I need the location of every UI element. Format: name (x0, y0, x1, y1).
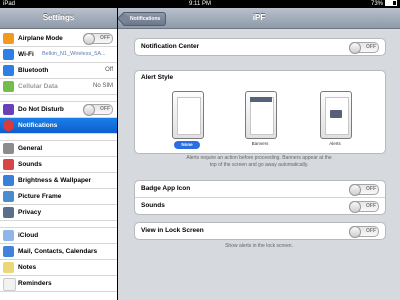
notifications-icon (3, 120, 14, 131)
sidebar-item-privacy[interactable]: Privacy (0, 205, 117, 221)
badge-app-icon-label: Badge App Icon (141, 185, 191, 192)
sidebar-item-label: Brightness & Wallpaper (18, 177, 92, 184)
brightness-icon (3, 175, 14, 186)
wifi-network-name: Belkin_N1_Wireless_5A... (42, 51, 106, 57)
notification-center-switch[interactable]: OFF (349, 42, 379, 54)
battery-indicator: 73% (371, 0, 397, 8)
detail-navbar: Notifications iPF (118, 8, 400, 29)
battery-percent: 73% (370, 1, 383, 7)
speaker-icon (3, 159, 14, 170)
notification-center-label: Notification Center (141, 43, 200, 50)
sounds-switch[interactable]: OFF (349, 201, 379, 213)
do-not-disturb-switch[interactable]: OFF (83, 104, 113, 116)
alert-style-none-option[interactable] (172, 91, 204, 139)
sidebar-item-wifi[interactable]: Wi-Fi Belkin_N1_Wireless_5A... (0, 47, 117, 63)
sidebar-item-cellular-data: Cellular Data No SIM (0, 79, 117, 95)
sidebar-item-label: Notes (18, 264, 37, 271)
alert-style-alerts-label: Alerts (329, 141, 341, 146)
battery-icon (385, 0, 397, 7)
badge-sounds-group: Badge App Icon OFF Sounds OFF (134, 180, 386, 215)
detail-pane: Notifications iPF Notification Center OF… (118, 8, 400, 300)
wifi-icon (3, 49, 14, 60)
notes-icon (3, 262, 14, 273)
sidebar-item-sounds[interactable]: Sounds (0, 157, 117, 173)
picture-frame-icon (3, 191, 14, 202)
sidebar-title: Settings (0, 8, 117, 29)
badge-app-icon-row[interactable]: Badge App Icon OFF (135, 181, 385, 198)
airplane-icon (3, 33, 14, 44)
mail-icon (3, 246, 14, 257)
sidebar-item-label: Bluetooth (18, 67, 49, 74)
view-in-lock-screen-label: View in Lock Screen (141, 227, 204, 234)
view-in-lock-screen-switch[interactable]: OFF (349, 226, 379, 238)
sidebar-item-brightness-wallpaper[interactable]: Brightness & Wallpaper (0, 173, 117, 189)
sidebar-item-label: Cellular Data (18, 83, 58, 90)
sidebar-item-do-not-disturb[interactable]: Do Not Disturb OFF (0, 101, 117, 118)
sidebar-item-icloud[interactable]: iCloud (0, 227, 117, 244)
settings-sidebar: Settings Airplane Mode OFF Wi-Fi Belkin_… (0, 8, 117, 300)
sidebar-item-picture-frame[interactable]: Picture Frame (0, 189, 117, 205)
sounds-label: Sounds (141, 202, 165, 209)
airplane-mode-switch[interactable]: OFF (83, 33, 113, 45)
sidebar-item-label: iCloud (18, 232, 39, 239)
notification-center-row[interactable]: Notification Center OFF (135, 39, 385, 55)
bluetooth-icon (3, 65, 14, 76)
reminders-icon (3, 278, 16, 291)
sidebar-item-label: Privacy (18, 209, 42, 216)
alert-style-title: Alert Style (141, 74, 174, 81)
sidebar-item-reminders[interactable]: Reminders (0, 276, 117, 292)
sidebar-item-label: Do Not Disturb (18, 106, 64, 113)
cloud-icon (3, 230, 14, 241)
sidebar-item-label: Airplane Mode (18, 35, 63, 42)
alert-style-group: Alert Style None Banners Alerts (134, 70, 386, 154)
sidebar-item-label: Picture Frame (18, 193, 62, 200)
bluetooth-status: Off (105, 67, 113, 73)
notification-center-group: Notification Center OFF (134, 38, 386, 56)
sounds-row[interactable]: Sounds OFF (135, 198, 385, 214)
alert-popup-icon (330, 110, 342, 118)
cellular-status: No SIM (92, 83, 113, 89)
sidebar-item-label: Reminders (18, 280, 52, 287)
sidebar-item-label: Sounds (18, 161, 42, 168)
clock: 9:11 PM (189, 1, 211, 7)
banner-icon (250, 97, 272, 102)
sidebar-item-label: Mail, Contacts, Calendars (18, 248, 98, 255)
view-in-lock-screen-row[interactable]: View in Lock Screen OFF (135, 223, 385, 239)
alert-style-banners-option[interactable] (245, 91, 277, 139)
moon-icon (3, 104, 14, 115)
sidebar-item-airplane-mode[interactable]: Airplane Mode OFF (0, 31, 117, 47)
page-title: iPF (252, 13, 266, 22)
cellular-icon (3, 81, 14, 92)
ipad-screen-icon (177, 97, 201, 135)
sidebar-item-notes[interactable]: Notes (0, 260, 117, 276)
sidebar-item-label: General (18, 145, 43, 152)
gear-icon (3, 143, 14, 154)
ipad-screen-icon (250, 97, 274, 135)
alert-style-note: Alerts require an action before proceedi… (186, 155, 332, 168)
lock-screen-note: Show alerts in the lock screen. (225, 243, 293, 249)
lock-screen-group: View in Lock Screen OFF (134, 222, 386, 240)
badge-app-icon-switch[interactable]: OFF (349, 184, 379, 196)
sidebar-item-mail[interactable]: Mail, Contacts, Calendars (0, 244, 117, 260)
alert-style-alerts-option[interactable] (320, 91, 352, 139)
sidebar-item-label: Notifications (18, 122, 58, 129)
hand-icon (3, 207, 14, 218)
sidebar-item-general[interactable]: General (0, 140, 117, 157)
sidebar-item-label: Wi-Fi (18, 51, 34, 58)
status-bar: iPad 9:11 PM 73% (0, 0, 400, 8)
alert-style-banners-label: Banners (251, 141, 269, 146)
sidebar-item-bluetooth[interactable]: Bluetooth Off (0, 63, 117, 79)
sidebar-item-notifications[interactable]: Notifications (0, 118, 117, 134)
alert-style-none-label: None (174, 141, 200, 149)
